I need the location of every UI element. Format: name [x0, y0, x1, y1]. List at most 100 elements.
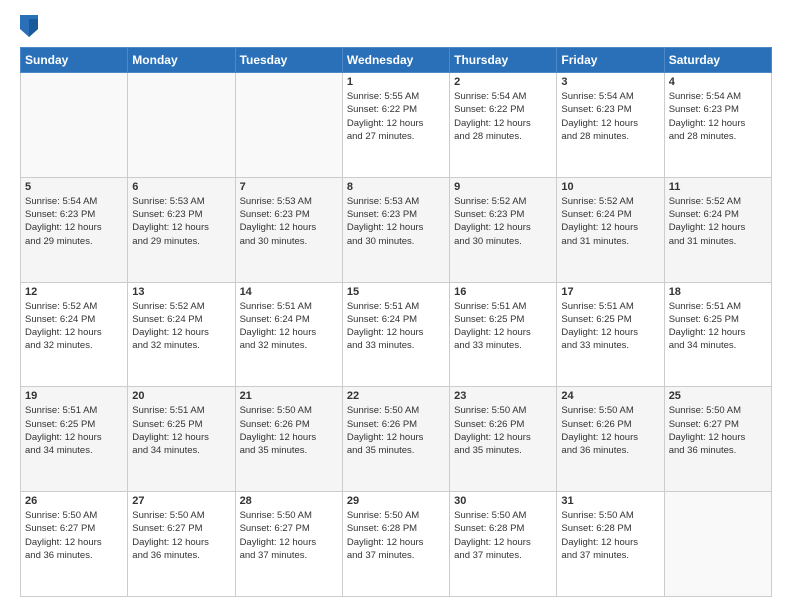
day-cell: 23 Sunrise: 5:50 AM Sunset: 6:26 PM Dayli…	[450, 387, 557, 492]
day-info: Sunrise: 5:53 AM Sunset: 6:23 PM Dayligh…	[347, 195, 445, 248]
day-number: 9	[454, 181, 552, 193]
week-row-3: 12 Sunrise: 5:52 AM Sunset: 6:24 PM Dayli…	[21, 282, 772, 387]
header-day-sunday: Sunday	[21, 48, 128, 73]
day-number: 10	[561, 181, 659, 193]
week-row-4: 19 Sunrise: 5:51 AM Sunset: 6:25 PM Dayli…	[21, 387, 772, 492]
day-cell: 31 Sunrise: 5:50 AM Sunset: 6:28 PM Dayli…	[557, 492, 664, 597]
day-number: 3	[561, 76, 659, 88]
day-cell: 10 Sunrise: 5:52 AM Sunset: 6:24 PM Dayli…	[557, 177, 664, 282]
day-cell: 13Sunrise: 5:52 AM Sunset: 6:24 PM Dayli…	[128, 282, 235, 387]
day-number: 1	[347, 76, 445, 88]
day-number: 7	[240, 181, 338, 193]
day-cell: 6 Sunrise: 5:53 AM Sunset: 6:23 PM Daylig…	[128, 177, 235, 282]
day-cell: 9 Sunrise: 5:52 AM Sunset: 6:23 PM Daylig…	[450, 177, 557, 282]
day-cell	[21, 73, 128, 178]
header-day-friday: Friday	[557, 48, 664, 73]
day-info: Sunrise: 5:53 AM Sunset: 6:23 PM Dayligh…	[132, 195, 230, 248]
header-day-tuesday: Tuesday	[235, 48, 342, 73]
day-number: 22	[347, 390, 445, 402]
day-number: 25	[669, 390, 767, 402]
day-cell: 25Sunrise: 5:50 AM Sunset: 6:27 PM Dayli…	[664, 387, 771, 492]
day-cell: 24 Sunrise: 5:50 AM Sunset: 6:26 PM Dayli…	[557, 387, 664, 492]
day-info: Sunrise: 5:54 AM Sunset: 6:23 PM Dayligh…	[669, 90, 767, 143]
header-row: SundayMondayTuesdayWednesdayThursdayFrid…	[21, 48, 772, 73]
header-day-wednesday: Wednesday	[342, 48, 449, 73]
header-day-saturday: Saturday	[664, 48, 771, 73]
day-number: 27	[132, 495, 230, 507]
logo	[20, 15, 40, 37]
day-number: 29	[347, 495, 445, 507]
header-day-thursday: Thursday	[450, 48, 557, 73]
day-cell: 28 Sunrise: 5:50 AM Sunset: 6:27 PM Dayli…	[235, 492, 342, 597]
day-number: 24	[561, 390, 659, 402]
day-cell: 3 Sunrise: 5:54 AM Sunset: 6:23 PM Daylig…	[557, 73, 664, 178]
day-number: 28	[240, 495, 338, 507]
day-info: Sunrise: 5:50 AM Sunset: 6:26 PM Dayligh…	[347, 404, 445, 457]
day-number: 16	[454, 286, 552, 298]
day-cell: 16 Sunrise: 5:51 AM Sunset: 6:25 PM Dayli…	[450, 282, 557, 387]
day-number: 31	[561, 495, 659, 507]
day-info: Sunrise: 5:50 AM Sunset: 6:26 PM Dayligh…	[561, 404, 659, 457]
day-info: Sunrise: 5:53 AM Sunset: 6:23 PM Dayligh…	[240, 195, 338, 248]
day-cell: 11Sunrise: 5:52 AM Sunset: 6:24 PM Dayli…	[664, 177, 771, 282]
day-cell: 21Sunrise: 5:50 AM Sunset: 6:26 PM Dayli…	[235, 387, 342, 492]
day-info: Sunrise: 5:51 AM Sunset: 6:25 PM Dayligh…	[669, 300, 767, 353]
day-info: Sunrise: 5:50 AM Sunset: 6:28 PM Dayligh…	[454, 509, 552, 562]
day-number: 8	[347, 181, 445, 193]
week-row-2: 5 Sunrise: 5:54 AM Sunset: 6:23 PM Daylig…	[21, 177, 772, 282]
day-cell: 14Sunrise: 5:51 AM Sunset: 6:24 PM Dayli…	[235, 282, 342, 387]
day-info: Sunrise: 5:51 AM Sunset: 6:25 PM Dayligh…	[454, 300, 552, 353]
day-number: 18	[669, 286, 767, 298]
day-cell: 18 Sunrise: 5:51 AM Sunset: 6:25 PM Dayli…	[664, 282, 771, 387]
day-cell: 8 Sunrise: 5:53 AM Sunset: 6:23 PM Daylig…	[342, 177, 449, 282]
day-info: Sunrise: 5:52 AM Sunset: 6:23 PM Dayligh…	[454, 195, 552, 248]
day-cell: 22 Sunrise: 5:50 AM Sunset: 6:26 PM Dayli…	[342, 387, 449, 492]
header	[20, 15, 772, 37]
day-number: 19	[25, 390, 123, 402]
day-number: 5	[25, 181, 123, 193]
day-number: 11	[669, 181, 767, 193]
day-info: Sunrise: 5:50 AM Sunset: 6:28 PM Dayligh…	[347, 509, 445, 562]
day-cell	[664, 492, 771, 597]
header-day-monday: Monday	[128, 48, 235, 73]
day-info: Sunrise: 5:51 AM Sunset: 6:25 PM Dayligh…	[561, 300, 659, 353]
day-cell: 12 Sunrise: 5:52 AM Sunset: 6:24 PM Dayli…	[21, 282, 128, 387]
day-info: Sunrise: 5:50 AM Sunset: 6:27 PM Dayligh…	[132, 509, 230, 562]
day-info: Sunrise: 5:50 AM Sunset: 6:26 PM Dayligh…	[454, 404, 552, 457]
day-info: Sunrise: 5:50 AM Sunset: 6:27 PM Dayligh…	[240, 509, 338, 562]
day-cell: 17 Sunrise: 5:51 AM Sunset: 6:25 PM Dayli…	[557, 282, 664, 387]
day-number: 6	[132, 181, 230, 193]
day-cell: 19 Sunrise: 5:51 AM Sunset: 6:25 PM Dayli…	[21, 387, 128, 492]
day-info: Sunrise: 5:51 AM Sunset: 6:24 PM Dayligh…	[240, 300, 338, 353]
day-number: 30	[454, 495, 552, 507]
page: SundayMondayTuesdayWednesdayThursdayFrid…	[0, 0, 792, 612]
day-cell: 5 Sunrise: 5:54 AM Sunset: 6:23 PM Daylig…	[21, 177, 128, 282]
calendar: SundayMondayTuesdayWednesdayThursdayFrid…	[20, 47, 772, 597]
day-info: Sunrise: 5:51 AM Sunset: 6:25 PM Dayligh…	[132, 404, 230, 457]
day-info: Sunrise: 5:55 AM Sunset: 6:22 PM Dayligh…	[347, 90, 445, 143]
day-number: 12	[25, 286, 123, 298]
day-info: Sunrise: 5:52 AM Sunset: 6:24 PM Dayligh…	[25, 300, 123, 353]
day-info: Sunrise: 5:54 AM Sunset: 6:23 PM Dayligh…	[561, 90, 659, 143]
day-cell: 1 Sunrise: 5:55 AM Sunset: 6:22 PM Daylig…	[342, 73, 449, 178]
day-info: Sunrise: 5:54 AM Sunset: 6:22 PM Dayligh…	[454, 90, 552, 143]
day-info: Sunrise: 5:50 AM Sunset: 6:28 PM Dayligh…	[561, 509, 659, 562]
day-info: Sunrise: 5:52 AM Sunset: 6:24 PM Dayligh…	[561, 195, 659, 248]
day-number: 20	[132, 390, 230, 402]
day-cell	[128, 73, 235, 178]
day-cell: 20 Sunrise: 5:51 AM Sunset: 6:25 PM Dayli…	[128, 387, 235, 492]
day-info: Sunrise: 5:54 AM Sunset: 6:23 PM Dayligh…	[25, 195, 123, 248]
day-number: 17	[561, 286, 659, 298]
day-cell: 7 Sunrise: 5:53 AM Sunset: 6:23 PM Daylig…	[235, 177, 342, 282]
logo-icon	[20, 15, 38, 37]
day-number: 4	[669, 76, 767, 88]
day-cell: 26Sunrise: 5:50 AM Sunset: 6:27 PM Dayli…	[21, 492, 128, 597]
day-info: Sunrise: 5:51 AM Sunset: 6:24 PM Dayligh…	[347, 300, 445, 353]
day-cell	[235, 73, 342, 178]
day-number: 23	[454, 390, 552, 402]
day-info: Sunrise: 5:51 AM Sunset: 6:25 PM Dayligh…	[25, 404, 123, 457]
day-cell: 4 Sunrise: 5:54 AM Sunset: 6:23 PM Daylig…	[664, 73, 771, 178]
day-number: 21	[240, 390, 338, 402]
day-cell: 29 Sunrise: 5:50 AM Sunset: 6:28 PM Dayli…	[342, 492, 449, 597]
day-cell: 2Sunrise: 5:54 AM Sunset: 6:22 PM Daylig…	[450, 73, 557, 178]
